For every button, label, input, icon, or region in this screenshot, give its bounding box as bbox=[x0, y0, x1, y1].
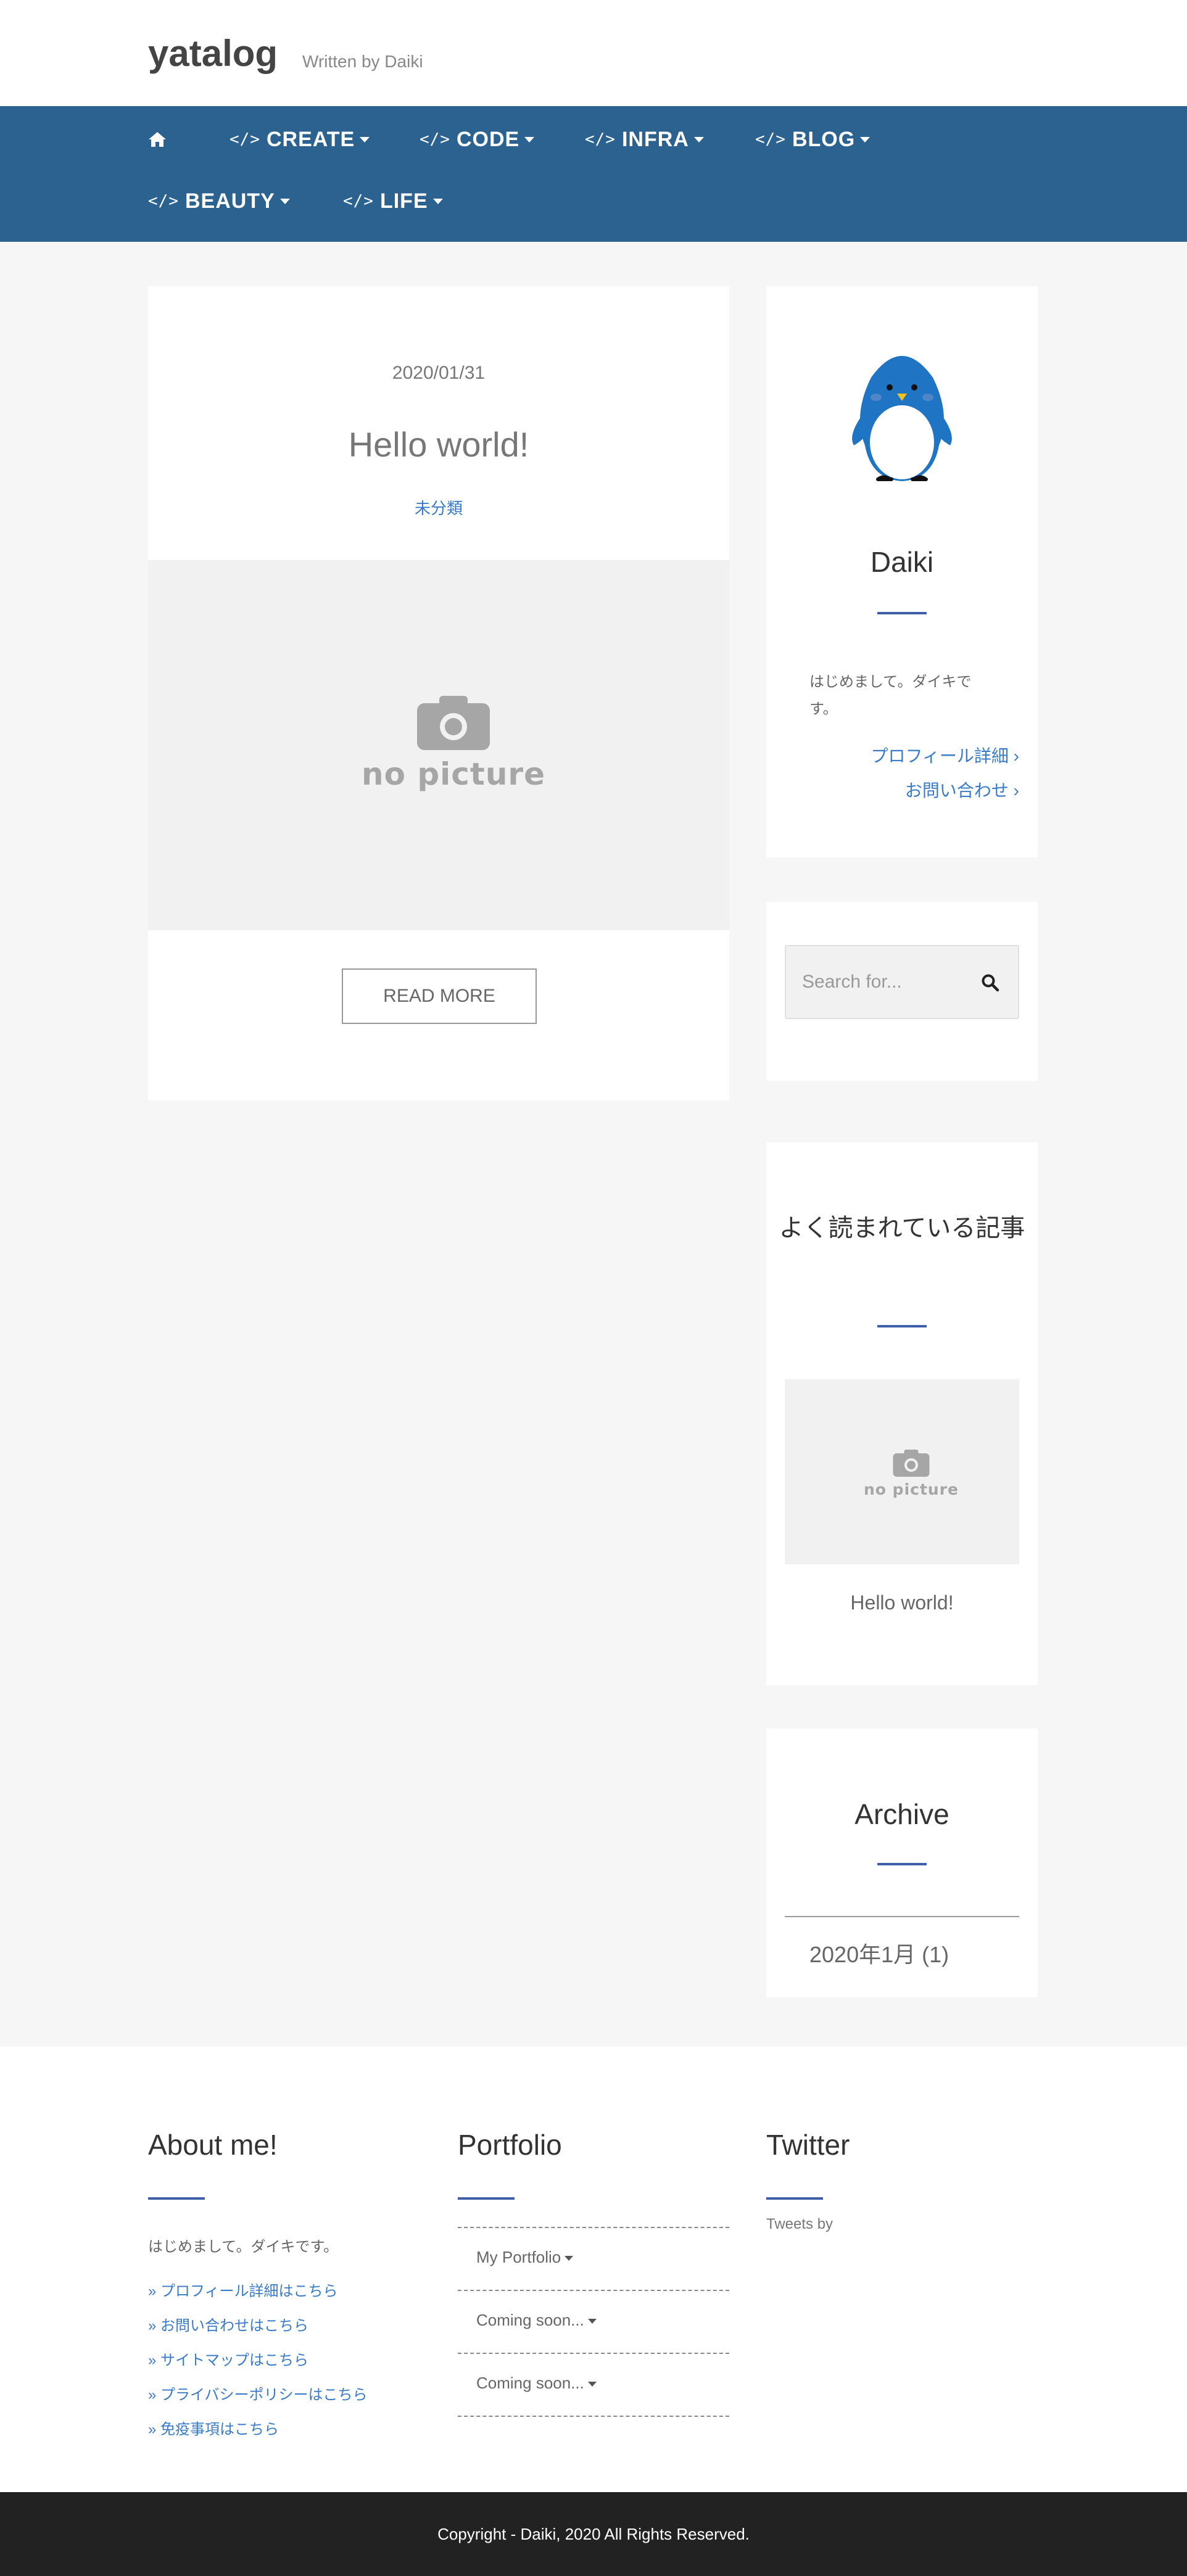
caret-down-icon bbox=[693, 136, 704, 142]
footer-link-profile[interactable]: » プロフィール詳細はこちら bbox=[148, 2279, 338, 2300]
caret-down-icon bbox=[587, 2319, 597, 2324]
title-underline bbox=[766, 2197, 823, 2200]
archive-item-count: (1) bbox=[922, 1942, 949, 1967]
profile-name: Daiki bbox=[870, 546, 934, 578]
site-header: yatalog Written by Daiki bbox=[0, 0, 1187, 106]
nav-item-infra[interactable]: </> INFRA bbox=[585, 121, 704, 158]
portfolio-item[interactable]: My Portfolio bbox=[458, 2227, 729, 2290]
home-icon[interactable] bbox=[148, 131, 167, 148]
contact-label: お問い合わせ bbox=[904, 781, 1009, 800]
site-description: Written by Daiki bbox=[302, 52, 423, 71]
penguin-avatar bbox=[852, 356, 952, 481]
profile-detail-label: プロフィール詳細 bbox=[871, 746, 1009, 766]
twitter-title: Twitter bbox=[766, 2129, 850, 2161]
archive-divider bbox=[785, 1916, 1019, 1917]
caret-down-icon bbox=[432, 198, 443, 204]
code-icon: </> bbox=[343, 192, 374, 210]
caret-down-icon bbox=[565, 2256, 574, 2261]
title-underline bbox=[458, 2197, 515, 2200]
twitter-timeline-link[interactable]: Tweets by bbox=[766, 2216, 833, 2233]
archive-title: Archive bbox=[854, 1798, 949, 1830]
footer-widgets: About me! はじめまして。ダイキです。 » プロフィール詳細はこちら »… bbox=[0, 2047, 1187, 2492]
article-card: 2020/01/31 Hello world! 未分類 no picture R… bbox=[148, 286, 729, 1100]
title-underline bbox=[877, 612, 927, 614]
search-form bbox=[785, 945, 1019, 1019]
nav-item-label: BEAUTY bbox=[184, 189, 275, 213]
code-icon: </> bbox=[420, 130, 450, 149]
nav-item-beauty[interactable]: </> BEAUTY bbox=[148, 183, 290, 220]
article-category-link[interactable]: 未分類 bbox=[148, 496, 729, 519]
archive-widget: Archive 2020年1月 (1) bbox=[766, 1728, 1038, 1997]
footer-link-privacy[interactable]: » プライバシーポリシーはこちら bbox=[148, 2382, 368, 2404]
code-icon: </> bbox=[230, 130, 260, 149]
archive-item-2020-01[interactable]: 2020年1月 (1) bbox=[809, 1937, 949, 1969]
article-title-link[interactable]: Hello world! bbox=[148, 424, 729, 464]
caret-down-icon bbox=[279, 198, 290, 204]
profile-detail-link[interactable]: プロフィール詳細 › bbox=[871, 743, 1019, 767]
portfolio-item-label: Coming soon... bbox=[476, 2311, 584, 2329]
search-icon[interactable] bbox=[981, 973, 999, 992]
nav-item-label: CODE bbox=[456, 127, 520, 151]
search-widget bbox=[766, 902, 1038, 1081]
nav-item-label: BLOG bbox=[792, 127, 856, 151]
nav-item-blog[interactable]: </> BLOG bbox=[755, 121, 871, 158]
profile-intro: はじめまして。ダイキです。 bbox=[809, 674, 972, 717]
caret-down-icon bbox=[524, 136, 535, 142]
about-text: はじめまして。ダイキです。 bbox=[148, 2239, 339, 2255]
portfolio-item-label: My Portfolio bbox=[476, 2248, 561, 2266]
code-icon: </> bbox=[585, 130, 616, 149]
main-nav: </> CREATE </> CODE </> INFRA </> BLOG <… bbox=[0, 106, 1187, 242]
nav-item-label: CREATE bbox=[266, 127, 355, 151]
about-title: About me! bbox=[148, 2129, 278, 2161]
article-date: 2020/01/31 bbox=[392, 363, 486, 383]
no-picture-placeholder: no picture bbox=[864, 1448, 959, 1498]
title-underline bbox=[877, 1325, 927, 1327]
archive-item-label: 2020年1月 bbox=[809, 1942, 916, 1967]
popular-post-thumbnail[interactable]: no picture bbox=[785, 1379, 1019, 1564]
caret-down-icon bbox=[860, 136, 871, 142]
portfolio-item-label: Coming soon... bbox=[476, 2374, 584, 2392]
nav-item-label: LIFE bbox=[379, 189, 428, 213]
popular-post-title-link[interactable]: Hello world! bbox=[766, 1591, 1038, 1614]
portfolio-title: Portfolio bbox=[458, 2129, 562, 2161]
nav-item-code[interactable]: </> CODE bbox=[420, 121, 535, 158]
footer-link-sitemap[interactable]: » サイトマップはこちら bbox=[148, 2348, 308, 2369]
no-picture-label: no picture bbox=[864, 1480, 959, 1498]
caret-down-icon bbox=[360, 136, 370, 142]
site-title-link[interactable]: yatalog bbox=[148, 32, 278, 75]
title-underline bbox=[148, 2197, 205, 2200]
no-picture-label: no picture bbox=[362, 756, 545, 792]
title-underline bbox=[877, 1863, 927, 1865]
article-thumbnail[interactable]: no picture bbox=[148, 560, 729, 930]
footer-link-contact[interactable]: » お問い合わせはこちら bbox=[148, 2313, 308, 2335]
nav-item-life[interactable]: </> LIFE bbox=[343, 183, 443, 220]
code-icon: </> bbox=[755, 130, 786, 149]
search-input[interactable] bbox=[786, 946, 983, 1018]
footer-link-disclaimer[interactable]: » 免疫事項はこちら bbox=[148, 2417, 279, 2438]
read-more-button[interactable]: READ MORE bbox=[342, 968, 537, 1024]
portfolio-item[interactable]: Coming soon... bbox=[458, 2290, 729, 2353]
popular-posts-widget: よく読まれている記事 no picture Hello world! bbox=[766, 1142, 1038, 1685]
contact-link[interactable]: お問い合わせ › bbox=[905, 777, 1019, 802]
portfolio-divider bbox=[458, 2416, 729, 2417]
portfolio-item[interactable]: Coming soon... bbox=[458, 2353, 729, 2416]
camera-icon bbox=[893, 1450, 930, 1477]
nav-item-label: INFRA bbox=[621, 127, 689, 151]
popular-posts-title: よく読まれている記事 bbox=[779, 1215, 1025, 1242]
caret-down-icon bbox=[587, 2382, 597, 2387]
no-picture-placeholder: no picture bbox=[362, 693, 545, 792]
code-icon: </> bbox=[148, 192, 179, 210]
profile-widget: Daiki はじめまして。ダイキです。 プロフィール詳細 › お問い合わせ › bbox=[766, 286, 1038, 857]
camera-icon bbox=[417, 696, 490, 750]
nav-item-create[interactable]: </> CREATE bbox=[230, 121, 370, 158]
copyright: Copyright - Daiki, 2020 All Rights Reser… bbox=[0, 2492, 1187, 2576]
